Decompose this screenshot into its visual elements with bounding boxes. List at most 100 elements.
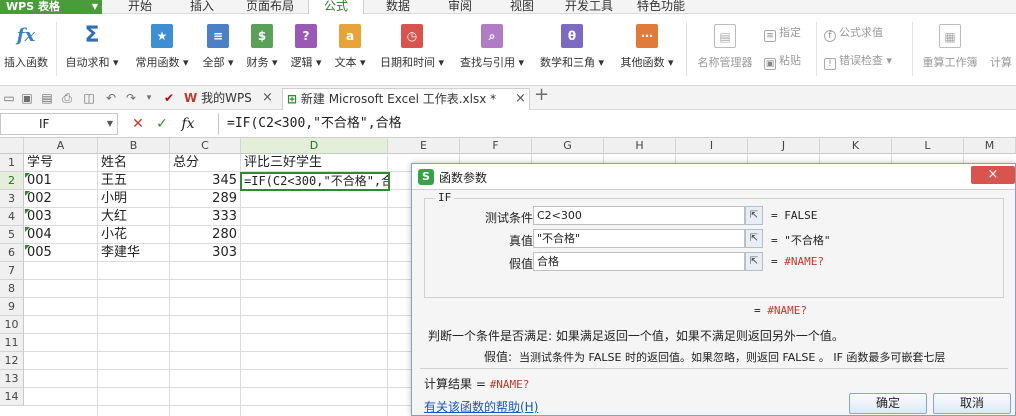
cell-c3[interactable]: 289 — [170, 190, 240, 208]
col-header-c[interactable]: C — [170, 138, 241, 154]
cell-a1[interactable]: 学号 — [24, 154, 97, 172]
evaluate-formula-button[interactable]: f 公式求值 — [824, 24, 883, 42]
datetime-functions-button[interactable]: ◷ 日期和时间 ▾ — [374, 20, 450, 80]
row-header[interactable]: 4 — [0, 208, 24, 226]
row-header[interactable]: 6 — [0, 244, 24, 262]
app-menu-button[interactable]: WPS 表格 ▼ — [0, 0, 102, 14]
row-header[interactable]: 3 — [0, 190, 24, 208]
active-cell-d2[interactable]: =IF(C2<300,"不合格",合 — [240, 172, 390, 191]
arg-input-false[interactable]: 合格 — [533, 252, 745, 271]
row-header[interactable]: 1 — [0, 154, 24, 172]
cell-d1[interactable]: 评比三好学生 — [241, 154, 387, 172]
cell-c4[interactable]: 333 — [170, 208, 240, 226]
tab-insert[interactable]: 插入 — [172, 0, 232, 14]
col-header-h[interactable]: H — [604, 138, 676, 154]
redo-icon[interactable]: ↷ — [124, 91, 138, 105]
tab-developer[interactable]: 开发工具 — [556, 0, 622, 14]
cell-b5[interactable]: 小花 — [98, 226, 169, 244]
calculate-button[interactable]: 计算 — [986, 20, 1016, 80]
open-folder-icon[interactable]: ▭ — [2, 91, 16, 105]
paste-name-button[interactable]: ▣ 粘贴 — [764, 52, 801, 70]
cancel-button[interactable]: 取消 — [933, 393, 1011, 414]
cell-a5[interactable]: 004 — [24, 226, 97, 244]
arg-input-true[interactable]: "不合格" — [533, 229, 745, 248]
col-header-g[interactable]: G — [532, 138, 604, 154]
collapse-dialog-icon[interactable]: ⇱ — [745, 252, 763, 271]
tab-page-layout[interactable]: 页面布局 — [234, 0, 306, 14]
col-header-e[interactable]: E — [388, 138, 460, 154]
cell-b3[interactable]: 小明 — [98, 190, 169, 208]
lookup-functions-button[interactable]: ⌕ 查找与引用 ▾ — [454, 20, 530, 80]
brush-icon[interactable]: ✔ — [162, 91, 176, 105]
insert-function-button[interactable]: fx 插入函数 — [0, 20, 52, 80]
dialog-title-bar[interactable]: S 函数参数 × — [412, 164, 1015, 190]
row-header[interactable]: 9 — [0, 298, 24, 316]
tab-review[interactable]: 审阅 — [432, 0, 488, 14]
formula-input[interactable]: =IF(C2<300,"不合格",合格 — [218, 113, 1016, 135]
tab-home[interactable]: 开始 — [110, 0, 170, 14]
tab-view[interactable]: 视图 — [494, 0, 550, 14]
finance-functions-button[interactable]: $ 财务 ▾ — [242, 20, 282, 80]
row-header[interactable]: 11 — [0, 334, 24, 352]
text-functions-button[interactable]: a 文本 ▾ — [330, 20, 370, 80]
logic-functions-button[interactable]: ? 逻辑 ▾ — [286, 20, 326, 80]
chevron-down-icon[interactable]: ▾ — [142, 91, 156, 105]
close-icon[interactable]: × — [515, 89, 526, 109]
row-header[interactable]: 10 — [0, 316, 24, 334]
cell-c1[interactable]: 总分 — [170, 154, 240, 172]
cell-b1[interactable]: 姓名 — [98, 154, 169, 172]
cell-b6[interactable]: 李建华 — [98, 244, 169, 262]
arg-input-test[interactable]: C2<300 — [533, 206, 745, 225]
tab-workbook[interactable]: ⊞ 新建 Microsoft Excel 工作表.xlsx * × — [282, 88, 530, 110]
new-tab-plus-icon[interactable]: + — [534, 86, 549, 104]
undo-icon[interactable]: ↶ — [104, 91, 118, 105]
math-functions-button[interactable]: θ 数学和三角 ▾ — [534, 20, 610, 80]
cell-a4[interactable]: 003 — [24, 208, 97, 226]
row-header[interactable]: 5 — [0, 226, 24, 244]
print-icon[interactable]: ⎙ — [60, 91, 74, 105]
common-functions-button[interactable]: ★ 常用函数 ▾ — [130, 20, 194, 80]
row-header[interactable]: 14 — [0, 388, 24, 406]
row-header[interactable]: 12 — [0, 352, 24, 370]
col-header-b[interactable]: B — [98, 138, 170, 154]
other-functions-button[interactable]: ⋯ 其他函数 ▾ — [614, 20, 680, 80]
row-header[interactable]: 7 — [0, 262, 24, 280]
cancel-icon[interactable]: ✕ — [128, 114, 148, 134]
close-icon[interactable]: × — [262, 88, 273, 108]
cell-c2[interactable]: 345 — [170, 172, 240, 190]
cell-b4[interactable]: 大红 — [98, 208, 169, 226]
error-check-button[interactable]: ! 错误检查 ▾ — [824, 52, 892, 70]
confirm-icon[interactable]: ✓ — [152, 114, 172, 134]
function-help-link[interactable]: 有关该函数的帮助(H) — [424, 398, 538, 415]
select-all-corner[interactable] — [0, 138, 24, 154]
col-header-a[interactable]: A — [24, 138, 98, 154]
col-header-d[interactable]: D — [241, 138, 388, 154]
assign-name-button[interactable]: ≡ 指定 — [764, 24, 801, 42]
all-functions-button[interactable]: ≡ 全部 ▾ — [198, 20, 238, 80]
recalculate-workbook-button[interactable]: ▦ 重算工作簿 — [918, 20, 982, 80]
cell-c5[interactable]: 280 — [170, 226, 240, 244]
col-header-j[interactable]: J — [748, 138, 820, 154]
tab-special[interactable]: 特色功能 — [628, 0, 694, 14]
preview-icon[interactable]: ◫ — [82, 91, 96, 105]
tab-my-wps[interactable]: W 我的WPS × — [180, 88, 278, 110]
row-header[interactable]: 2 — [0, 172, 24, 190]
tab-data[interactable]: 数据 — [370, 0, 426, 14]
col-header-k[interactable]: K — [820, 138, 892, 154]
name-box[interactable]: IF ▼ — [0, 113, 118, 135]
cell-a6[interactable]: 005 — [24, 244, 97, 262]
name-manager-button[interactable]: ▤ 名称管理器 — [692, 20, 758, 80]
row-header[interactable]: 13 — [0, 370, 24, 388]
collapse-dialog-icon[interactable]: ⇱ — [745, 229, 763, 248]
fx-icon[interactable]: fx — [178, 114, 198, 134]
col-header-i[interactable]: I — [676, 138, 748, 154]
col-header-l[interactable]: L — [892, 138, 964, 154]
collapse-dialog-icon[interactable]: ⇱ — [745, 206, 763, 225]
ok-button[interactable]: 确定 — [849, 393, 927, 414]
save-icon[interactable]: ▣ — [20, 91, 34, 105]
col-header-m[interactable]: M — [964, 138, 1016, 154]
row-header[interactable]: 8 — [0, 280, 24, 298]
cell-a2[interactable]: 001 — [24, 172, 97, 190]
tab-formulas[interactable]: 公式 — [308, 0, 364, 14]
col-header-f[interactable]: F — [460, 138, 532, 154]
